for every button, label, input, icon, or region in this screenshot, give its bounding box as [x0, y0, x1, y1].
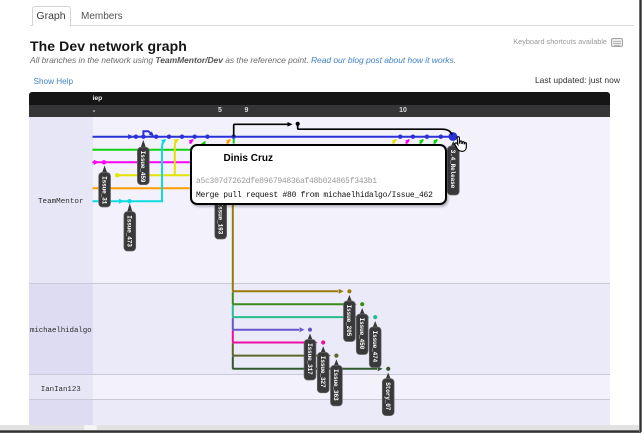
svg-text:Issue_327: Issue_327 — [319, 356, 326, 388]
svg-text:Issue_31: Issue_31 — [100, 176, 107, 205]
svg-text:Issue_474: Issue_474 — [371, 331, 378, 363]
svg-text:Issue_317: Issue_317 — [306, 343, 313, 375]
svg-text:Issue_193: Issue_193 — [217, 203, 224, 235]
svg-text:Issue_363: Issue_363 — [332, 369, 339, 401]
svg-text:Issue_473: Issue_473 — [126, 215, 133, 247]
svg-text:Issue_205: Issue_205 — [345, 305, 352, 337]
svg-text:Issue_450: Issue_450 — [358, 318, 365, 350]
svg-text:Story_07: Story_07 — [384, 382, 391, 411]
svg-text:Issue_459: Issue_459 — [139, 151, 146, 183]
